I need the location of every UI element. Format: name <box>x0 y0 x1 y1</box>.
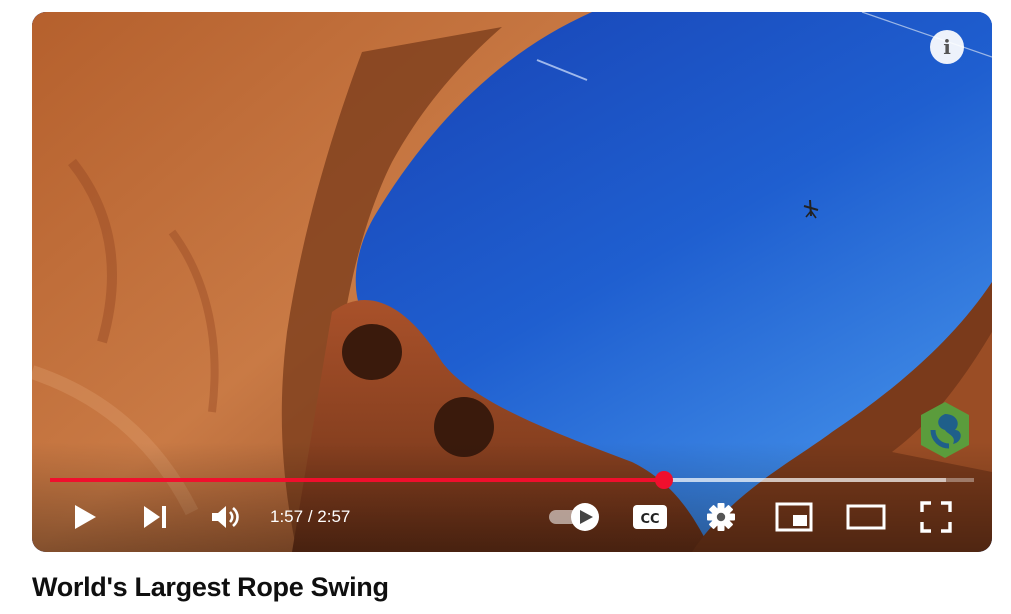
progress-scrubber[interactable] <box>654 471 673 489</box>
miniplayer-button[interactable] <box>774 494 814 540</box>
time-total: 2:57 <box>317 507 351 526</box>
player-controls: 1:57 / 2:57 CC <box>32 494 992 540</box>
svg-text:CC: CC <box>640 512 659 527</box>
theater-mode-icon <box>846 504 886 530</box>
play-icon <box>75 505 96 529</box>
time-display: 1:57 / 2:57 <box>270 507 351 526</box>
play-button[interactable] <box>68 494 102 540</box>
autoplay-toggle-icon <box>549 503 599 531</box>
settings-gear-icon <box>707 503 735 531</box>
captions-button[interactable]: CC <box>632 494 668 540</box>
volume-button[interactable] <box>206 494 246 540</box>
time-current: 1:57 <box>270 507 304 526</box>
next-button[interactable] <box>138 494 172 540</box>
volume-icon <box>212 506 239 528</box>
fullscreen-button[interactable] <box>918 494 954 540</box>
miniplayer-icon <box>775 502 813 532</box>
channel-watermark-logo[interactable] <box>917 400 973 460</box>
video-player[interactable]: i 1:57 / 2:57 CC <box>32 12 992 552</box>
fullscreen-icon <box>920 501 952 533</box>
info-icon[interactable]: i <box>930 30 964 64</box>
progress-played <box>50 478 664 482</box>
captions-icon: CC <box>633 505 667 529</box>
next-icon <box>144 506 166 528</box>
video-title: World's Largest Rope Swing <box>32 572 389 602</box>
progress-bar[interactable] <box>50 471 974 489</box>
settings-button[interactable] <box>702 494 740 540</box>
autoplay-toggle[interactable] <box>546 494 604 540</box>
theater-mode-button[interactable] <box>846 494 886 540</box>
